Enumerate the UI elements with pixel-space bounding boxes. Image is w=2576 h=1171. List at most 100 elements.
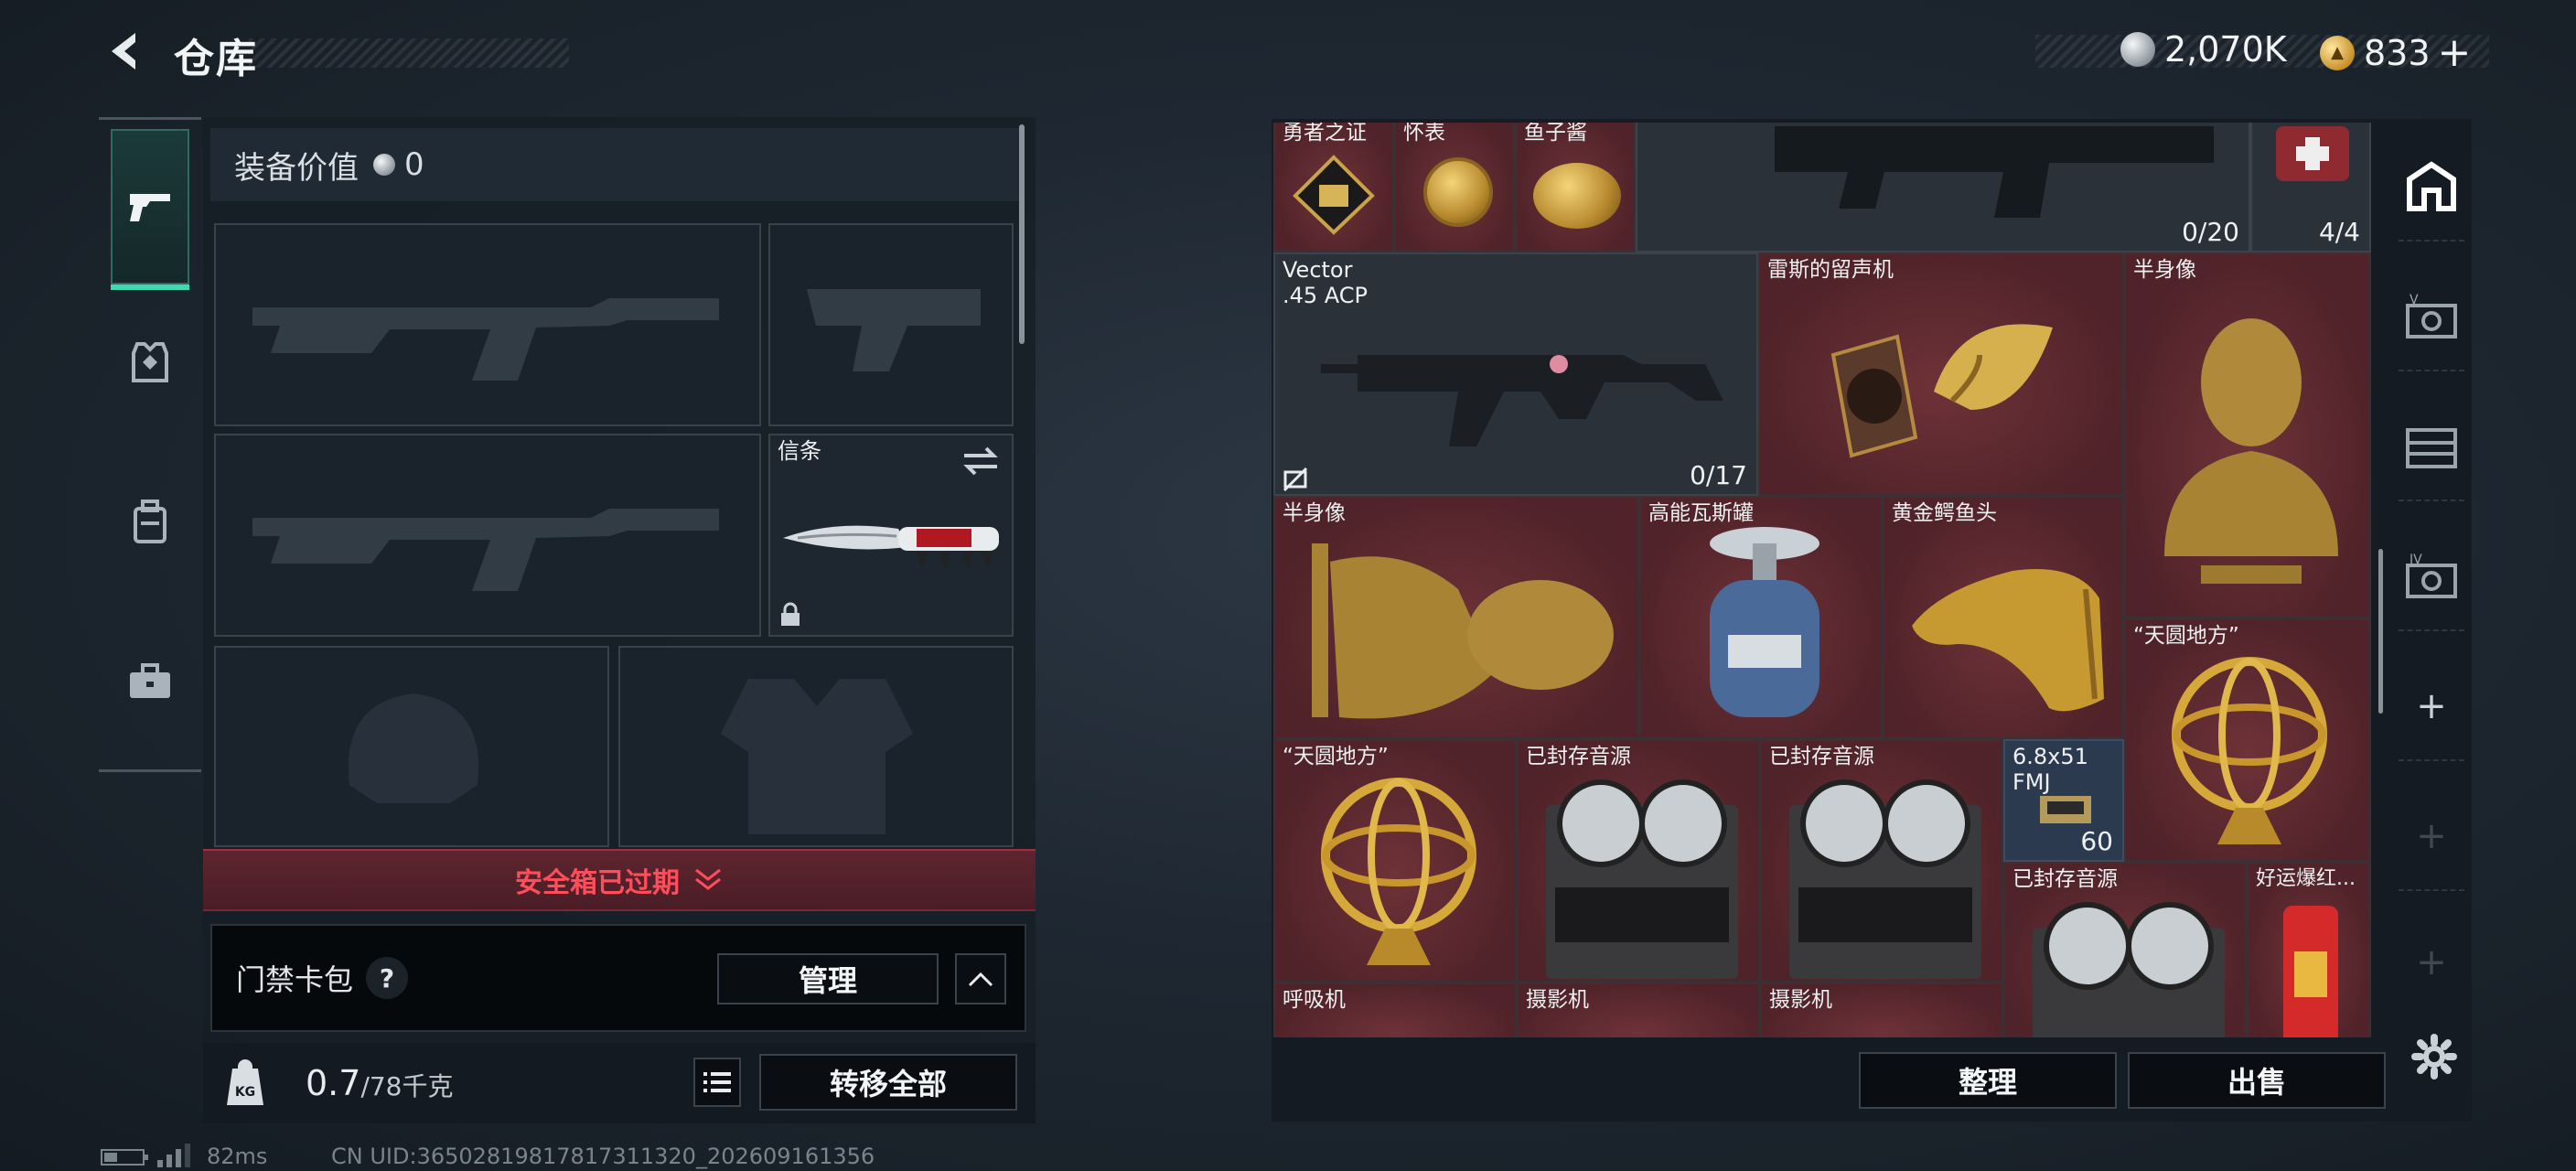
item-label: 雷斯的留声机 — [1767, 258, 1894, 282]
battery-icon — [101, 1149, 148, 1166]
svg-text:V: V — [2410, 293, 2419, 307]
knife-icon — [783, 525, 999, 569]
armor-slot[interactable] — [618, 646, 1014, 847]
manage-button[interactable]: 管理 — [717, 953, 939, 1004]
stash-page-home[interactable] — [2402, 157, 2461, 216]
stash-item-croc-head[interactable]: 黄金鳄鱼头 — [1883, 496, 2124, 739]
tab-backpack[interactable] — [112, 484, 188, 561]
item-label: Vector .45 ACP — [1283, 257, 1368, 308]
item-label: 勇者之证 — [1283, 123, 1367, 145]
smg-icon — [1321, 355, 1723, 446]
stash-page-4[interactable]: IV — [2402, 547, 2461, 606]
stash-page-6[interactable] — [2402, 417, 2461, 476]
transfer-all-button[interactable]: 转移全部 — [759, 1054, 1017, 1111]
rifle-silhouette-icon — [252, 298, 719, 381]
backpack-icon — [134, 500, 166, 543]
phonograph-icon — [1830, 324, 2053, 458]
stash-item-armillary-2[interactable]: “天圆地方” — [2124, 618, 2371, 862]
svg-text:KG: KG — [235, 1085, 255, 1100]
tab-weapons[interactable] — [111, 129, 189, 290]
help-icon[interactable]: ? — [366, 957, 409, 999]
sell-button[interactable]: 出售 — [2128, 1052, 2386, 1109]
sort-button[interactable]: 整理 — [1859, 1052, 2117, 1109]
item-count: 60 — [2080, 826, 2113, 856]
storage-shelf-icon — [2406, 428, 2457, 468]
divider — [2399, 759, 2464, 761]
item-label: 半身像 — [1283, 501, 1346, 525]
tab-armor[interactable] — [112, 325, 188, 402]
stash-item-medkit[interactable]: 4/4 — [2250, 123, 2371, 252]
divider — [2399, 889, 2464, 891]
tab-toolbox[interactable] — [112, 643, 188, 720]
badge-icon — [1293, 155, 1375, 235]
reel-recorder-icon — [1789, 779, 1981, 979]
list-view-button[interactable] — [693, 1058, 741, 1107]
stash-item-camera-2[interactable]: 摄影机 — [1760, 983, 2003, 1037]
rifle-icon — [1775, 126, 2214, 218]
stash-item-reel-1[interactable]: 已封存音源 — [1517, 739, 1760, 983]
stash-item-pocket-watch[interactable]: 怀表 — [1394, 123, 1515, 252]
item-label: “天圆地方” — [2133, 624, 2239, 648]
primary-weapon-slot[interactable] — [214, 223, 761, 426]
add-stash-page-button[interactable]: + — [2402, 677, 2461, 736]
safe-box-status-bar[interactable]: 安全箱已过期 — [203, 849, 1036, 911]
back-button[interactable] — [101, 27, 148, 75]
add-stash-page-disabled: + — [2402, 933, 2461, 992]
item-count: 0/17 — [1690, 460, 1747, 490]
stash-item-bust-lying[interactable]: 半身像 — [1273, 496, 1639, 739]
loadout-scrollbar[interactable] — [1019, 124, 1025, 344]
no-attachment-icon — [1283, 467, 1308, 492]
stash-item-ammo[interactable]: 6.8x51 FMJ 60 — [2003, 739, 2124, 862]
item-label: 已封存音源 — [1526, 745, 1631, 768]
stash-item-vector[interactable]: Vector .45 ACP 0/17 — [1273, 252, 1758, 496]
gold-add-icon[interactable]: + — [2438, 29, 2472, 76]
swap-icon[interactable] — [961, 445, 1001, 478]
melee-slot[interactable]: 信条 — [768, 434, 1014, 637]
stash-item-bust-tall[interactable]: 半身像 — [2124, 252, 2371, 618]
storage-box-icon: V — [2406, 293, 2457, 338]
stash-page-5[interactable]: V — [2402, 287, 2461, 346]
carry-weight: 0.7/78千克 — [306, 1063, 454, 1103]
gold-coin-icon: ▲ — [2320, 35, 2355, 70]
stash-item-reel-2[interactable]: 已封存音源 — [1760, 739, 2003, 983]
gear-icon[interactable] — [2411, 1034, 2457, 1080]
chevron-down-icon — [695, 868, 721, 890]
collapse-button[interactable] — [955, 953, 1006, 1004]
stash-item-armillary-1[interactable]: “天圆地方” — [1273, 739, 1517, 983]
signal-icon — [157, 1144, 190, 1167]
stash-item-respirator[interactable]: 呼吸机 — [1273, 983, 1517, 1037]
stash-scrollbar[interactable] — [2378, 549, 2383, 714]
loadout-tabs — [99, 117, 201, 772]
rifle-silhouette-icon — [252, 509, 719, 591]
pistol-icon — [130, 194, 170, 221]
equipment-value-label: 装备价值 — [234, 149, 359, 187]
stash-item-firecracker[interactable]: 好运爆红... — [2247, 862, 2371, 1037]
armor-icon — [132, 342, 168, 382]
stash-item-gas-tank[interactable]: 高能瓦斯罐 — [1639, 496, 1883, 739]
plus-icon: + — [2416, 815, 2447, 857]
stash-pages: V IV + + + — [2388, 137, 2475, 1043]
svg-text:IV: IV — [2410, 553, 2422, 567]
ammo-box-icon — [2040, 796, 2091, 823]
item-label: 6.8x51 FMJ — [2012, 744, 2088, 795]
back-arrow-icon — [112, 33, 135, 70]
stash-item-reel-3[interactable]: 已封存音源 — [2003, 862, 2247, 1037]
stash-item-rifle-top[interactable]: 0/20 — [1636, 123, 2250, 252]
divider — [2399, 629, 2464, 631]
secondary-weapon-slot[interactable] — [214, 434, 761, 637]
stash-item-caviar[interactable]: 鱼子酱 — [1515, 123, 1636, 252]
safe-box-status: 安全箱已过期 — [515, 867, 680, 899]
firecracker-icon — [2283, 906, 2338, 1037]
stash-item-camera-1[interactable]: 摄影机 — [1517, 983, 1760, 1037]
gold-currency[interactable]: ▲ 833 + — [2320, 29, 2471, 76]
lock-icon — [781, 602, 800, 626]
item-label: 黄金鳄鱼头 — [1892, 501, 1997, 525]
croc-head-icon — [1912, 569, 2104, 712]
pistol-slot[interactable] — [768, 223, 1014, 426]
stash-item-brave-badge[interactable]: 勇者之证 — [1273, 123, 1394, 252]
equipment-value-bar: 装备价值 0 — [210, 128, 1023, 201]
melee-label: 信条 — [778, 438, 821, 464]
helmet-slot[interactable] — [214, 646, 609, 847]
plus-icon: + — [2416, 941, 2447, 983]
stash-item-phonograph[interactable]: 雷斯的留声机 — [1758, 252, 2124, 496]
